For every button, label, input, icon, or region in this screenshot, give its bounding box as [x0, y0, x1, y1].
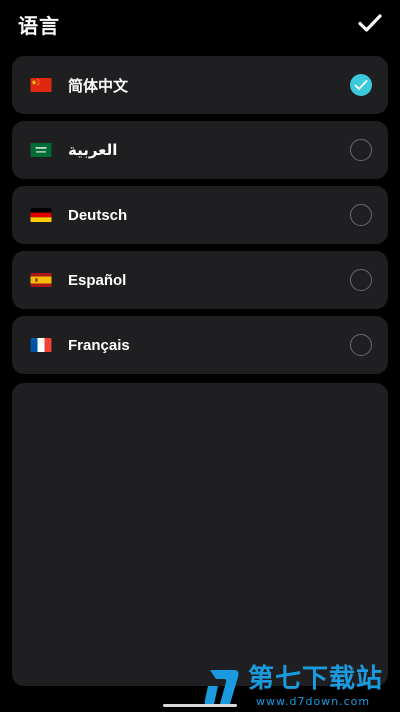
radio-button[interactable] — [350, 139, 372, 161]
radio-button[interactable] — [350, 334, 372, 356]
empty-panel — [12, 383, 388, 686]
d7down-logo-icon — [204, 670, 239, 704]
china-flag-icon — [30, 78, 52, 92]
language-option-chinese[interactable]: 简体中文 — [12, 56, 388, 114]
language-option-german[interactable]: Deutsch — [12, 186, 388, 244]
confirm-button[interactable] — [356, 10, 384, 36]
saudi-arabia-flag-icon — [30, 143, 52, 157]
language-label: Français — [68, 336, 130, 354]
page-title: 语言 — [18, 14, 60, 38]
selected-check-icon[interactable] — [350, 74, 372, 96]
radio-button[interactable] — [350, 204, 372, 226]
language-list: 简体中文 العربية Deutsch Español Français — [12, 56, 388, 381]
watermark-url: www.d7down.com — [256, 695, 371, 708]
language-label: Deutsch — [68, 206, 128, 224]
header-bar: 语言 — [0, 0, 400, 48]
language-label: Español — [68, 271, 127, 289]
checkmark-icon — [358, 14, 382, 32]
france-flag-icon — [30, 338, 52, 352]
language-label: 简体中文 — [68, 77, 129, 95]
spain-flag-icon — [30, 273, 52, 287]
language-option-arabic[interactable]: العربية — [12, 121, 388, 179]
language-option-spanish[interactable]: Español — [12, 251, 388, 309]
language-label: العربية — [68, 142, 118, 159]
watermark: 第七下载站 www.d7down.com — [204, 662, 396, 710]
checkmark-icon — [354, 80, 368, 90]
watermark-text: 第七下载站 — [248, 664, 384, 694]
radio-button[interactable] — [350, 269, 372, 291]
germany-flag-icon — [30, 208, 52, 222]
language-option-french[interactable]: Français — [12, 316, 388, 374]
